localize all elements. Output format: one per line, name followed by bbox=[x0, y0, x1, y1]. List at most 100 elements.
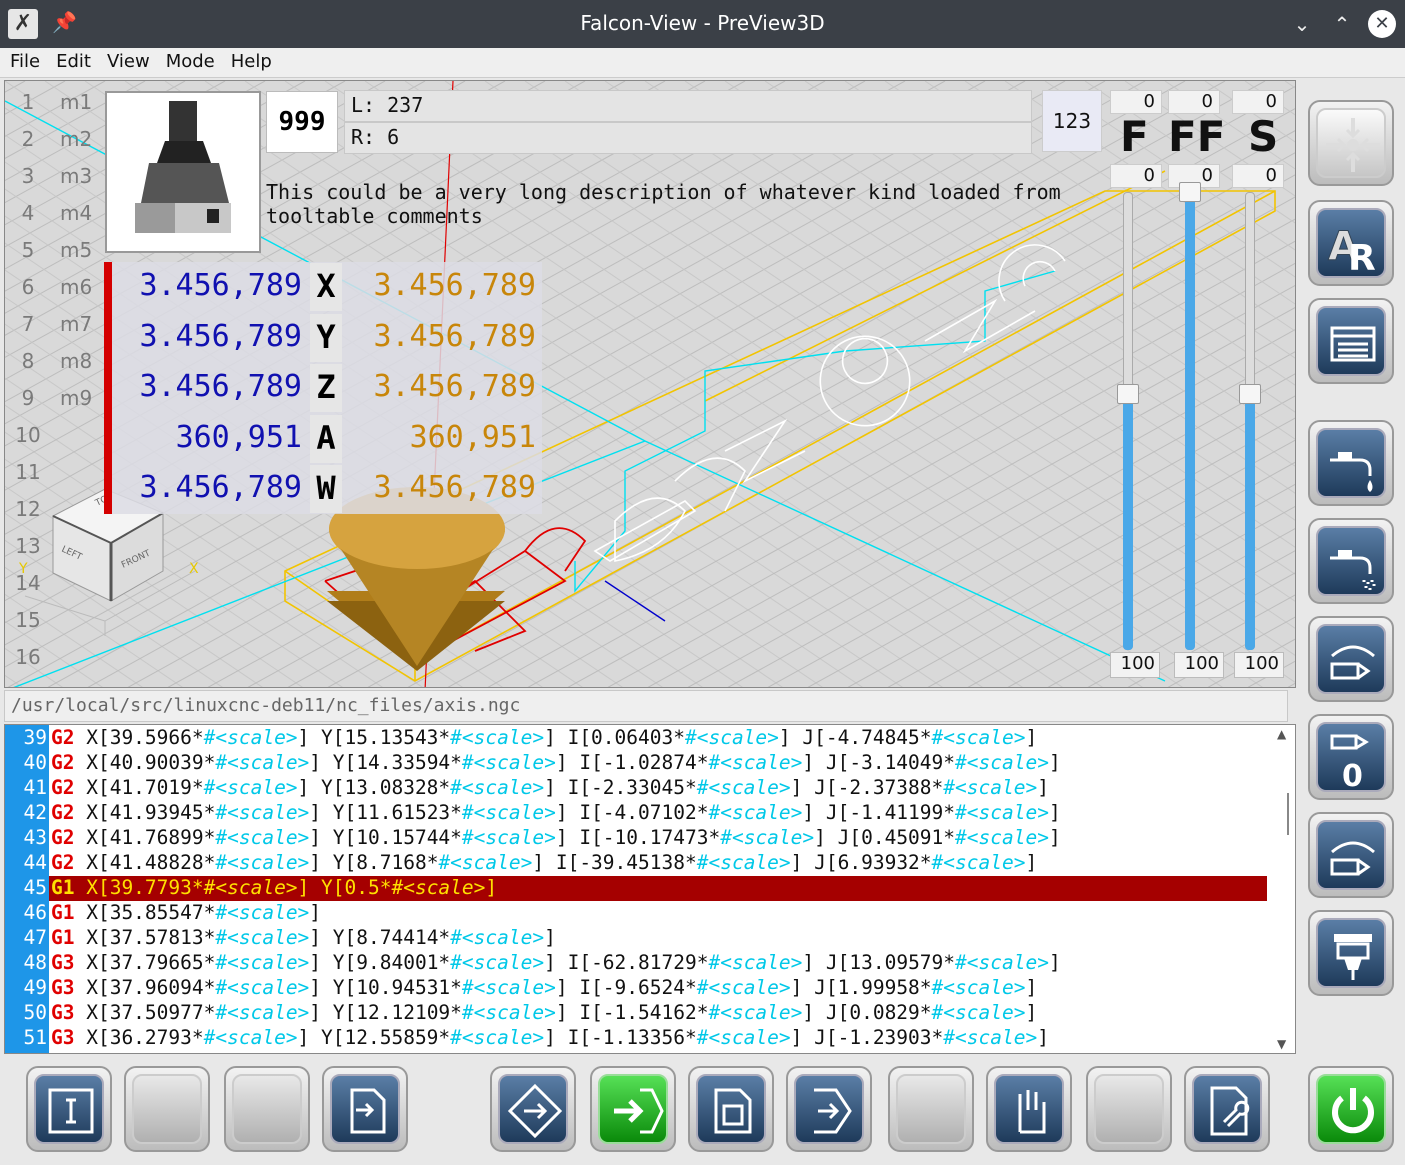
minimize-button[interactable]: ⌄ bbox=[1288, 10, 1316, 38]
run-file-button[interactable] bbox=[322, 1066, 408, 1152]
gcode-argument: ] J[-3.14049* bbox=[802, 751, 956, 774]
settings-file-button[interactable] bbox=[1184, 1066, 1270, 1152]
gcode-line-active[interactable]: 45 G1 X[39.7793*#<scale>] Y[0.5*#<scale>] bbox=[5, 876, 1275, 901]
gcode-command: G3 bbox=[51, 1001, 75, 1024]
tool-change-button[interactable] bbox=[1308, 910, 1394, 996]
program-button[interactable] bbox=[688, 1066, 774, 1152]
gcode-argument: X[39.5966* bbox=[74, 726, 204, 749]
coolant-mist-button[interactable] bbox=[1308, 518, 1394, 604]
dro-axis-label[interactable]: A bbox=[310, 414, 342, 463]
gcode-line[interactable]: 49 G3 X[37.96094*#<scale>] Y[10.94531*#<s… bbox=[5, 976, 1275, 1001]
scroll-thumb[interactable] bbox=[1279, 793, 1289, 835]
macro-label[interactable]: m2 bbox=[60, 127, 92, 151]
gcode-argument: ] bbox=[1025, 976, 1038, 999]
gcode-variable: #<scale> bbox=[461, 801, 556, 824]
power-button[interactable] bbox=[1308, 1066, 1394, 1152]
gcode-line[interactable]: 39 G2 X[39.5966*#<scale>] Y[15.13543*#<sc… bbox=[5, 726, 1275, 751]
gcode-line-number: 49 bbox=[23, 976, 47, 999]
gcode-line[interactable]: 48 G3 X[37.79665*#<scale>] Y[9.84001*#<sc… bbox=[5, 951, 1275, 976]
window-title: Falcon-View - PreView3D bbox=[580, 11, 825, 35]
gcode-scrollbar[interactable]: ▲ ▼ bbox=[1275, 727, 1293, 1051]
dro-axis-label[interactable]: Y bbox=[310, 313, 342, 362]
scroll-up-icon[interactable]: ▲ bbox=[1277, 727, 1286, 741]
macro-label[interactable]: m6 bbox=[60, 275, 92, 299]
macro-label[interactable]: m3 bbox=[60, 164, 92, 188]
gcode-variable: #<scale> bbox=[696, 1026, 791, 1049]
menu-view[interactable]: View bbox=[97, 48, 156, 72]
gcode-argument: ] Y[9.84001* bbox=[309, 951, 451, 974]
dro-row-y: 3.456,789 Y 3.456,789 bbox=[104, 313, 542, 363]
gcode-command: G2 bbox=[51, 826, 75, 849]
override-s-top: 0 bbox=[1232, 90, 1284, 114]
override-s-mid: 0 bbox=[1232, 164, 1284, 188]
macro-label[interactable]: m7 bbox=[60, 312, 92, 336]
jog-mode-button[interactable] bbox=[490, 1066, 576, 1152]
dro-axis-label[interactable]: X bbox=[310, 263, 342, 311]
macro-label[interactable]: m8 bbox=[60, 349, 92, 373]
gcode-variable: #<scale> bbox=[696, 976, 791, 999]
override-slider-handle[interactable] bbox=[1117, 384, 1139, 404]
gcode-line[interactable]: 42 G2 X[41.93945*#<scale>] Y[11.61523*#<s… bbox=[5, 801, 1275, 826]
gcode-line[interactable]: 43 G2 X[41.76899*#<scale>] Y[10.15744*#<s… bbox=[5, 826, 1275, 851]
blank-button-4[interactable] bbox=[1086, 1066, 1172, 1152]
file-manager-button[interactable] bbox=[1308, 298, 1394, 384]
preview-line-row: 9 m9 bbox=[4, 382, 104, 418]
home-all-button[interactable] bbox=[1308, 100, 1394, 186]
mdi-button[interactable] bbox=[786, 1066, 872, 1152]
close-button[interactable]: ✕ bbox=[1368, 10, 1396, 38]
preview-line-row: 5 m5 bbox=[4, 234, 104, 270]
preview-line-row: 15 bbox=[4, 604, 104, 640]
blank-button-2[interactable] bbox=[224, 1066, 310, 1152]
menu-file[interactable]: File bbox=[0, 48, 46, 72]
gcode-editor[interactable]: 39 G2 X[39.5966*#<scale>] Y[15.13543*#<sc… bbox=[4, 724, 1296, 1054]
maximize-button[interactable]: ⌃ bbox=[1328, 10, 1356, 38]
gcode-line[interactable]: 46 G1 X[35.85547*#<scale>] bbox=[5, 901, 1275, 926]
gcode-variable: #<scale> bbox=[450, 726, 545, 749]
gcode-line[interactable]: 41 G2 X[41.7019*#<scale>] Y[13.08328*#<sc… bbox=[5, 776, 1275, 801]
manual-button[interactable] bbox=[986, 1066, 1072, 1152]
gcode-argument: X[37.50977* bbox=[74, 1001, 216, 1024]
macro-label[interactable]: m9 bbox=[60, 386, 92, 410]
menu-help[interactable]: Help bbox=[221, 48, 278, 72]
macro-label[interactable]: m4 bbox=[60, 201, 92, 225]
blank-button-3[interactable] bbox=[888, 1066, 974, 1152]
menu-mode[interactable]: Mode bbox=[156, 48, 221, 72]
auto-refresh-button[interactable]: AR bbox=[1308, 200, 1394, 286]
measure-button[interactable] bbox=[1308, 812, 1394, 898]
macro-label[interactable]: m1 bbox=[60, 90, 92, 114]
gcode-line[interactable]: 47 G1 X[37.57813*#<scale>] Y[8.74414*#<sc… bbox=[5, 926, 1275, 951]
dro-absolute-value: 360,951 bbox=[175, 419, 302, 455]
dro-axis-label[interactable]: W bbox=[310, 465, 342, 513]
gcode-argument: ] bbox=[1025, 851, 1038, 874]
dro-row-a: 360,951 A 360,951 bbox=[104, 414, 542, 464]
dro-row-z: 3.456,789 Z 3.456,789 bbox=[104, 363, 542, 413]
gcode-variable: #<scale> bbox=[391, 876, 486, 899]
blank-button-1[interactable] bbox=[124, 1066, 210, 1152]
touch-off-button[interactable] bbox=[1308, 616, 1394, 702]
dro-relative-value: 3.456,789 bbox=[373, 369, 536, 404]
gcode-line[interactable]: 40 G2 X[40.90039*#<scale>] Y[14.33594*#<s… bbox=[5, 751, 1275, 776]
gcode-line[interactable]: 50 G3 X[37.50977*#<scale>] Y[12.12109*#<s… bbox=[5, 1001, 1275, 1026]
gcode-command: G1 bbox=[51, 876, 75, 899]
override-slider-handle[interactable] bbox=[1239, 384, 1261, 404]
blank-face bbox=[896, 1074, 966, 1144]
macro-label[interactable]: m5 bbox=[60, 238, 92, 262]
auto-mode-button[interactable] bbox=[590, 1066, 676, 1152]
dro-axis-label[interactable]: Z bbox=[310, 364, 342, 412]
info-button[interactable] bbox=[26, 1066, 112, 1152]
gcode-line-number: 46 bbox=[23, 901, 47, 924]
override-slider-handle[interactable] bbox=[1179, 182, 1201, 202]
gcode-line[interactable]: 51 G3 X[36.2793*#<scale>] Y[12.55859*#<sc… bbox=[5, 1026, 1275, 1051]
coolant-flood-button[interactable] bbox=[1308, 420, 1394, 506]
menu-edit[interactable]: Edit bbox=[46, 48, 97, 72]
title-bar: ✗ 📌 Falcon-View - PreView3D ⌄ ⌃ ✕ bbox=[0, 0, 1405, 48]
gcode-variable: #<scale> bbox=[450, 1026, 545, 1049]
gcode-line-number: 41 bbox=[23, 776, 47, 799]
zero-tool-button[interactable]: 0 bbox=[1308, 714, 1394, 800]
blank-face bbox=[132, 1074, 202, 1144]
gcode-line[interactable]: 44 G2 X[41.48828*#<scale>] Y[8.7168*#<sca… bbox=[5, 851, 1275, 876]
scroll-down-icon[interactable]: ▼ bbox=[1277, 1037, 1286, 1051]
gcode-variable: #<scale> bbox=[450, 951, 545, 974]
gcode-variable: #<scale> bbox=[203, 726, 298, 749]
gcode-line-number: 47 bbox=[23, 926, 47, 949]
